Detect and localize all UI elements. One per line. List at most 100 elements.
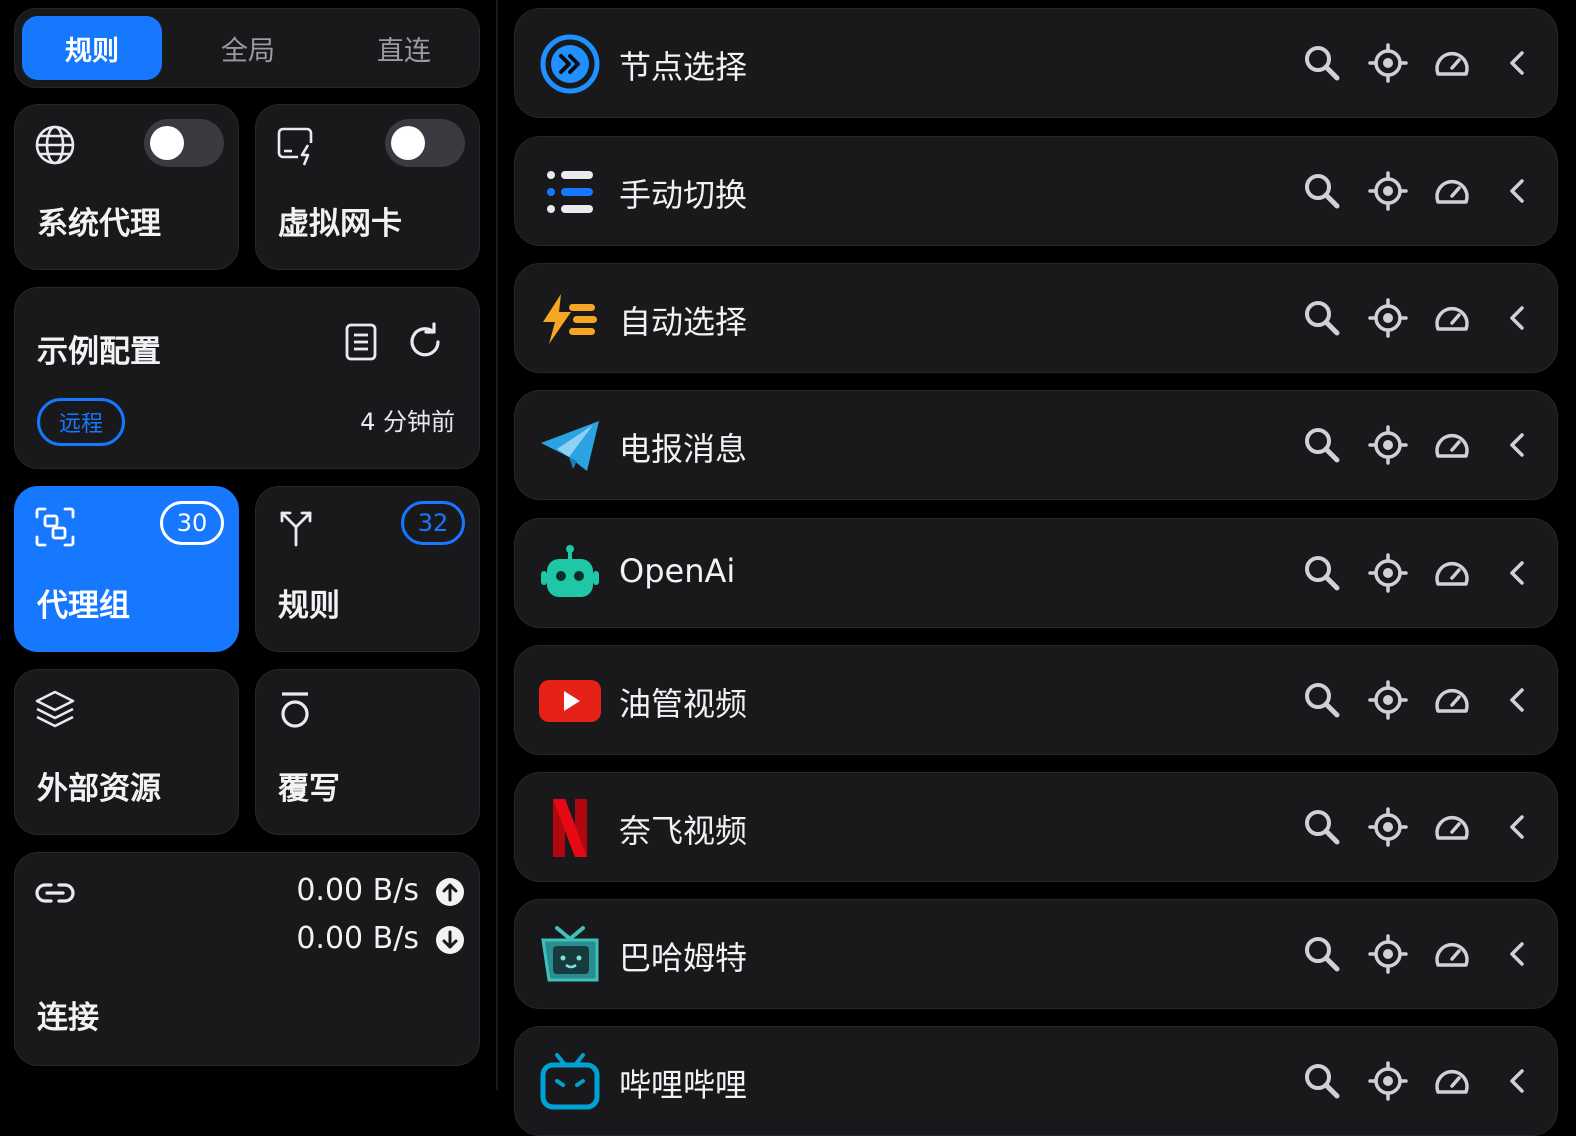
mode-global-button[interactable]: 全局 bbox=[178, 16, 318, 80]
speedometer-icon[interactable] bbox=[1431, 806, 1473, 848]
refresh-icon[interactable] bbox=[403, 320, 447, 364]
proxy-group-name: OpenAi bbox=[619, 552, 736, 590]
speedometer-icon[interactable] bbox=[1431, 1060, 1473, 1102]
rules-count-badge: 32 bbox=[401, 501, 465, 545]
document-icon[interactable] bbox=[339, 320, 383, 364]
tun-label: 虚拟网卡 bbox=[278, 206, 402, 242]
locate-icon[interactable] bbox=[1367, 170, 1409, 212]
proxy-group-name: 节点选择 bbox=[619, 48, 748, 86]
locate-icon[interactable] bbox=[1367, 679, 1409, 721]
locate-icon[interactable] bbox=[1367, 933, 1409, 975]
proxy-group-name: 自动选择 bbox=[619, 303, 748, 341]
proxy-group-row[interactable]: 手动切换 bbox=[514, 136, 1558, 246]
speedometer-icon[interactable] bbox=[1431, 424, 1473, 466]
robot-icon bbox=[541, 545, 599, 597]
proxy-group-name: 手动切换 bbox=[619, 176, 748, 214]
youtube-icon bbox=[539, 680, 601, 722]
override-card[interactable]: 覆写 bbox=[255, 669, 480, 835]
lightning-list-icon bbox=[543, 294, 597, 344]
bahamut-tv-icon bbox=[541, 926, 599, 982]
proxy-group-icon bbox=[35, 507, 75, 547]
fork-icon bbox=[280, 511, 312, 547]
telegram-icon bbox=[541, 421, 599, 471]
proxy-group-row[interactable]: 巴哈姆特 bbox=[514, 899, 1558, 1009]
chevron-left-icon[interactable] bbox=[1497, 806, 1539, 848]
chevron-left-icon[interactable] bbox=[1497, 679, 1539, 721]
proxy-group-row[interactable]: 油管视频 bbox=[514, 645, 1558, 755]
layers-icon bbox=[35, 690, 75, 728]
mode-direct-button[interactable]: 直连 bbox=[334, 16, 474, 80]
locate-icon[interactable] bbox=[1367, 1060, 1409, 1102]
profile-type-badge: 远程 bbox=[37, 398, 125, 446]
mode-switch: 规则 全局 直连 bbox=[14, 8, 480, 88]
upload-speed: 0.00 B/s bbox=[296, 873, 419, 908]
proxy-group-name: 巴哈姆特 bbox=[619, 939, 748, 977]
speedometer-icon[interactable] bbox=[1431, 170, 1473, 212]
proxy-group-row[interactable]: 电报消息 bbox=[514, 390, 1558, 500]
toggle-knob bbox=[150, 126, 184, 160]
list-icon bbox=[547, 171, 593, 213]
bilibili-icon bbox=[540, 1053, 600, 1110]
chevron-left-icon[interactable] bbox=[1497, 170, 1539, 212]
override-label: 覆写 bbox=[278, 771, 340, 807]
system-proxy-card[interactable]: 系统代理 bbox=[14, 104, 239, 270]
search-icon[interactable] bbox=[1301, 424, 1343, 466]
link-icon bbox=[35, 883, 75, 903]
chevron-left-icon[interactable] bbox=[1497, 297, 1539, 339]
search-icon[interactable] bbox=[1301, 170, 1343, 212]
mode-rule-button[interactable]: 规则 bbox=[22, 16, 162, 80]
resources-card[interactable]: 外部资源 bbox=[14, 669, 239, 835]
chevron-left-icon[interactable] bbox=[1497, 1060, 1539, 1102]
system-proxy-toggle[interactable] bbox=[144, 119, 224, 167]
search-icon[interactable] bbox=[1301, 1060, 1343, 1102]
override-icon bbox=[281, 692, 309, 728]
speedometer-icon[interactable] bbox=[1431, 42, 1473, 84]
locate-icon[interactable] bbox=[1367, 42, 1409, 84]
netflix-icon bbox=[553, 799, 587, 857]
profile-card[interactable]: 示例配置 远程 4 分钟前 bbox=[14, 287, 480, 469]
chevron-left-icon[interactable] bbox=[1497, 552, 1539, 594]
search-icon[interactable] bbox=[1301, 806, 1343, 848]
double-chevron-circle-icon bbox=[540, 34, 600, 94]
chevron-left-icon[interactable] bbox=[1497, 424, 1539, 466]
globe-icon bbox=[35, 125, 75, 165]
search-icon[interactable] bbox=[1301, 297, 1343, 339]
tun-card[interactable]: 虚拟网卡 bbox=[255, 104, 480, 270]
locate-icon[interactable] bbox=[1367, 424, 1409, 466]
sidebar-divider bbox=[496, 0, 498, 1090]
proxy-group-row[interactable]: 奈飞视频 bbox=[514, 772, 1558, 882]
search-icon[interactable] bbox=[1301, 933, 1343, 975]
proxy-groups-card[interactable]: 30 代理组 bbox=[14, 486, 239, 652]
locate-icon[interactable] bbox=[1367, 552, 1409, 594]
proxy-groups-label: 代理组 bbox=[37, 588, 130, 624]
proxy-group-name: 哔哩哔哩 bbox=[619, 1066, 748, 1104]
speedometer-icon[interactable] bbox=[1431, 679, 1473, 721]
download-arrow-icon bbox=[436, 926, 464, 954]
locate-icon[interactable] bbox=[1367, 297, 1409, 339]
chevron-left-icon[interactable] bbox=[1497, 42, 1539, 84]
profile-updated-time: 4 分钟前 bbox=[360, 408, 455, 436]
tun-toggle[interactable] bbox=[385, 119, 465, 167]
profile-name: 示例配置 bbox=[37, 334, 161, 370]
network-adapter-icon bbox=[277, 127, 313, 166]
proxy-group-name: 电报消息 bbox=[619, 430, 748, 468]
connections-label: 连接 bbox=[37, 1000, 99, 1036]
locate-icon[interactable] bbox=[1367, 806, 1409, 848]
speedometer-icon[interactable] bbox=[1431, 552, 1473, 594]
proxy-group-row[interactable]: 哔哩哔哩 bbox=[514, 1026, 1558, 1136]
proxy-group-row[interactable]: 自动选择 bbox=[514, 263, 1558, 373]
proxy-groups-count-badge: 30 bbox=[160, 501, 224, 545]
speedometer-icon[interactable] bbox=[1431, 933, 1473, 975]
search-icon[interactable] bbox=[1301, 679, 1343, 721]
upload-arrow-icon bbox=[436, 878, 464, 906]
search-icon[interactable] bbox=[1301, 552, 1343, 594]
connections-card[interactable]: 0.00 B/s 0.00 B/s 连接 bbox=[14, 852, 480, 1066]
chevron-left-icon[interactable] bbox=[1497, 933, 1539, 975]
search-icon[interactable] bbox=[1301, 42, 1343, 84]
rules-card[interactable]: 32 规则 bbox=[255, 486, 480, 652]
proxy-group-row[interactable]: OpenAi bbox=[514, 518, 1558, 628]
speedometer-icon[interactable] bbox=[1431, 297, 1473, 339]
proxy-group-name: 奈飞视频 bbox=[619, 812, 748, 850]
proxy-group-row[interactable]: 节点选择 bbox=[514, 8, 1558, 118]
system-proxy-label: 系统代理 bbox=[37, 206, 161, 242]
